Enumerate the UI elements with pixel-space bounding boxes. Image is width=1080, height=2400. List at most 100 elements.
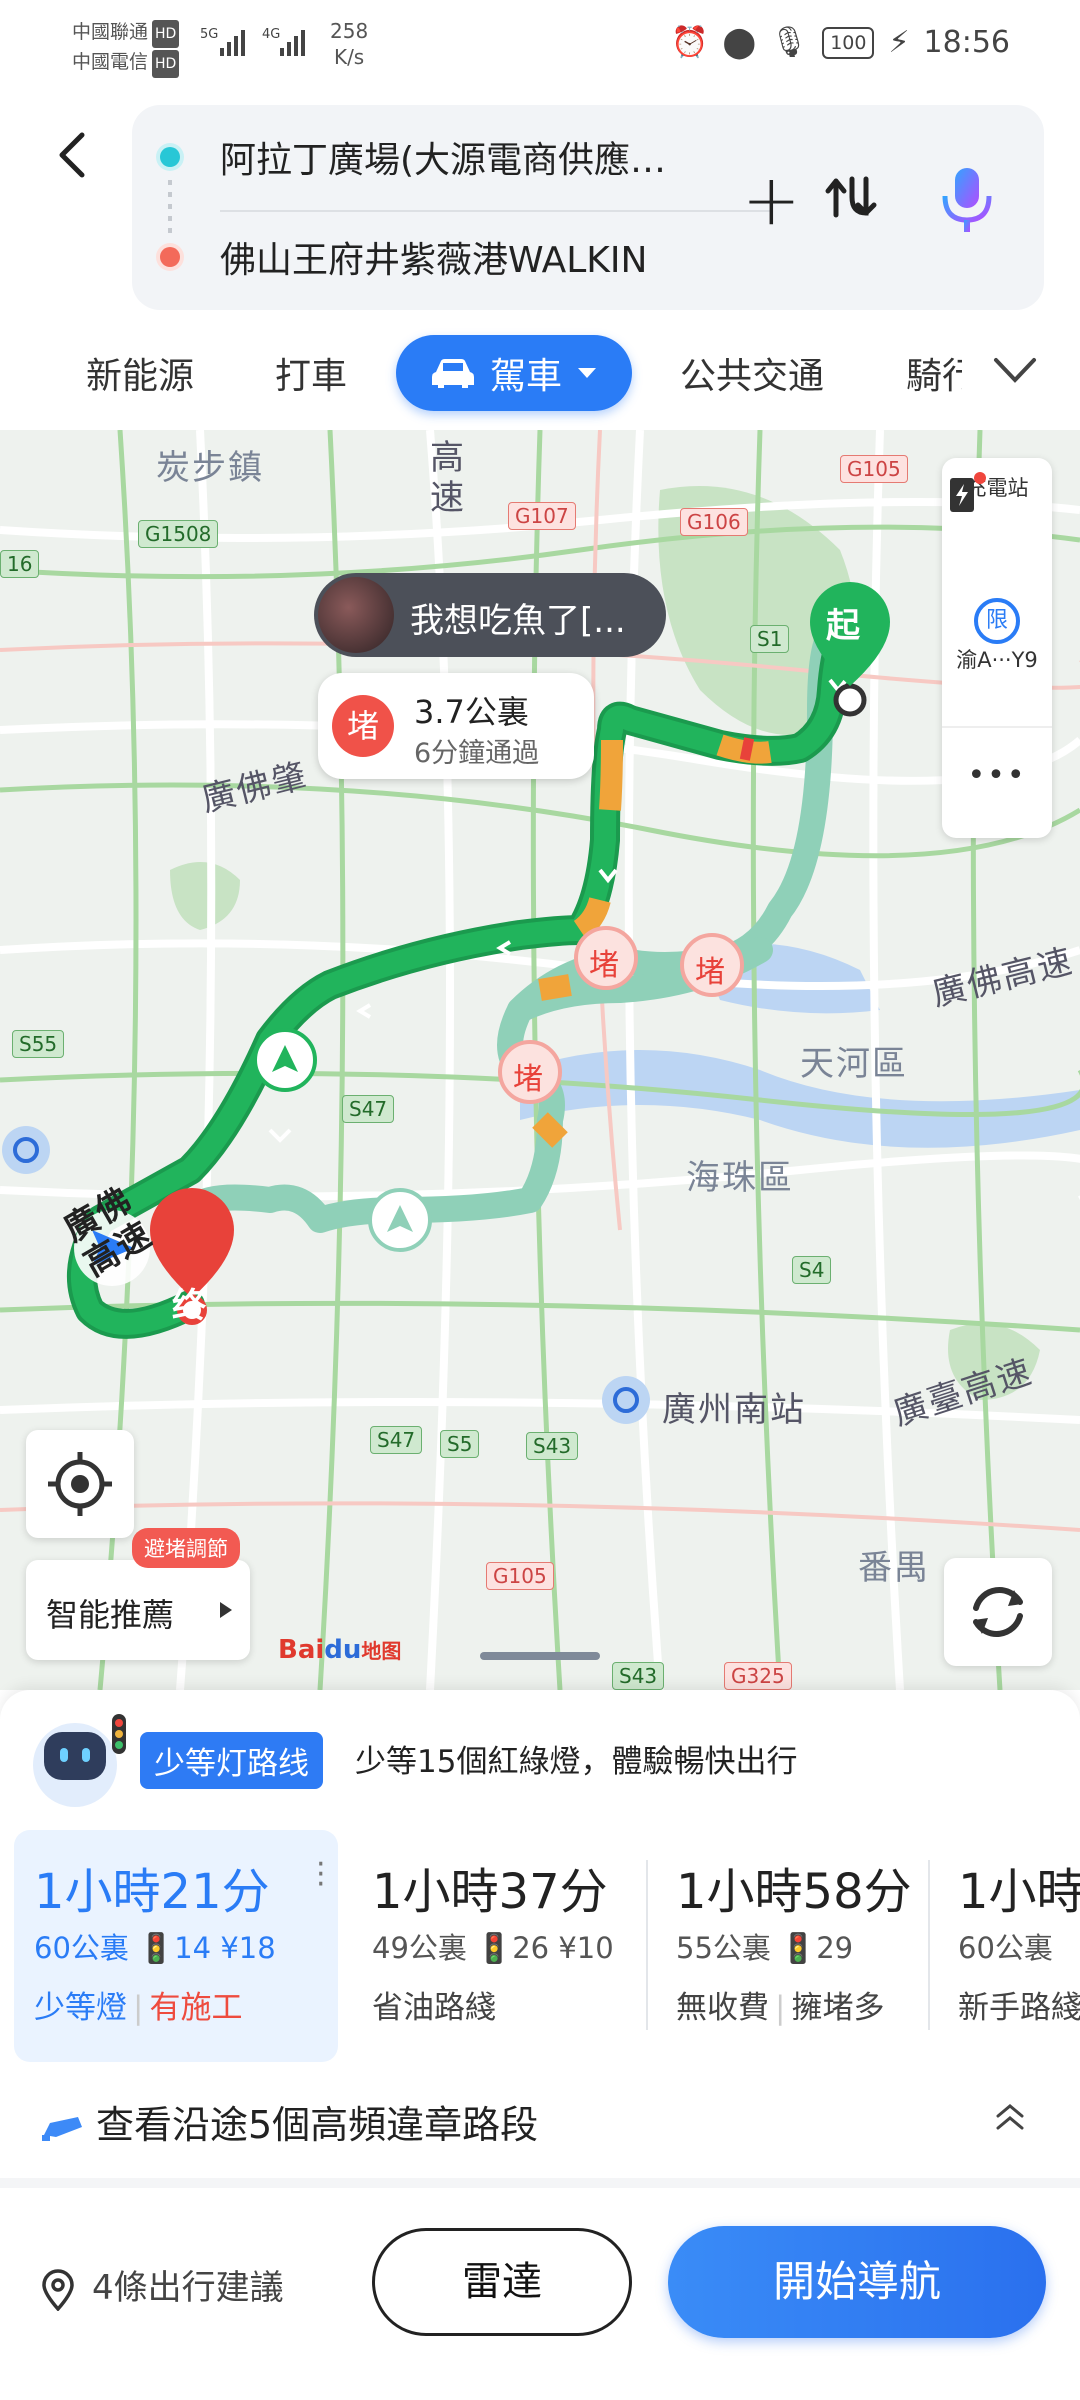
route-divider <box>928 1860 930 2030</box>
violation-segments-link[interactable]: 查看沿途5個高頻違章路段 <box>40 2094 538 2149</box>
more-options-button[interactable]: ••• <box>942 758 1052 793</box>
trip-suggestions-link[interactable]: 4條出行建議 <box>40 2260 284 2311</box>
hd-badge: HD <box>152 50 180 78</box>
route-option-2[interactable]: 1小時37分 49公裏 🚦26 ¥10 省油路綫 <box>352 1830 642 2062</box>
alt-slow-segment <box>538 974 572 1001</box>
rocket-marker-alt <box>368 1188 432 1252</box>
end-marker-label: 终 <box>172 1286 206 1326</box>
route-tags: 少等燈 | 有施工 <box>34 1990 243 2026</box>
location-icon: ⬤ <box>722 25 757 60</box>
route-meta: 55公裏 🚦29 <box>676 1931 854 1965</box>
svg-text:4G: 4G <box>262 27 280 42</box>
play-triangle-icon <box>220 1602 232 1618</box>
charging-station-button[interactable]: 充電站 <box>942 472 1052 512</box>
carrier-info: 中國聯通 HD 中國電信 HD <box>72 18 180 78</box>
road-badge-s1: S1 <box>750 625 790 653</box>
clock: 18:56 <box>923 25 1010 60</box>
route-tags: 新手路綫 <box>958 1990 1080 2026</box>
avoid-jam-tag: 避堵調節 <box>132 1528 240 1568</box>
road-badge-g107: G107 <box>508 502 576 530</box>
end-location-field[interactable]: 佛山王府井紫薇港WALKIN <box>220 231 647 283</box>
smart-recommend-button[interactable]: 避堵調節 智能推薦 <box>26 1528 250 1660</box>
route-connector <box>168 180 172 235</box>
route-option-3[interactable]: 1小時58分 55公裏 🚦29 無收費 | 擁堵多 <box>656 1830 926 2062</box>
road-badge-16: 16 <box>0 550 40 578</box>
chevron-down-icon <box>578 368 596 378</box>
route-duration: 1小時37分 <box>372 1864 608 1920</box>
panel-divider <box>942 726 1052 728</box>
tab-drive[interactable]: 駕車 <box>396 335 632 411</box>
tab-public-transit[interactable]: 公共交通 <box>680 347 824 399</box>
start-navigation-button[interactable]: 開始導航 <box>668 2226 1046 2338</box>
few-lights-description: 少等15個紅綠燈，體驗暢快出行 <box>355 1744 798 1780</box>
collapse-chevron-icon[interactable] <box>990 2098 1030 2138</box>
restriction-button[interactable]: 限 渝A···Y9 <box>942 598 1052 674</box>
park-area-2 <box>170 862 240 930</box>
road-badge-g1508: G1508 <box>138 520 219 548</box>
refresh-route-button[interactable] <box>944 1558 1052 1666</box>
tab-cycling[interactable]: 騎行 <box>906 347 962 399</box>
road-badge-g106: G106 <box>680 508 748 536</box>
jam-info-card[interactable]: 堵 3.7公裏 6分鐘通過 <box>318 673 594 779</box>
radar-button[interactable]: 雷達 <box>372 2228 632 2336</box>
robot-icon <box>33 1714 126 1807</box>
tab-taxi[interactable]: 打車 <box>275 347 347 399</box>
road-badge-s43-bottom: S43 <box>612 1662 665 1690</box>
start-marker-label: 起 <box>826 606 860 646</box>
traffic-light-icon: 🚦 <box>138 1931 175 1965</box>
jam-distance: 3.7公裏 <box>414 693 529 731</box>
road-badge-g325: G325 <box>724 1662 792 1690</box>
back-button[interactable] <box>52 130 92 180</box>
route-meta: 60公裏 🚦14 ¥18 <box>34 1931 276 1965</box>
road-badge-s47-a: S47 <box>342 1095 395 1123</box>
road-badge-g105-top: G105 <box>840 455 908 483</box>
route-meta: 60公裏 <box>958 1931 1053 1965</box>
carrier-1: 中國聯通 <box>72 21 149 43</box>
route-map[interactable]: 起 终 堵 堵 堵 炭步鎮 高速 廣佛肇 廣佛高速 天河區 海珠區 廣州南站 廣… <box>0 430 1080 1690</box>
start-location-field[interactable]: 阿拉丁廣場(大源電商供應… <box>220 131 666 183</box>
road-badge-s4: S4 <box>792 1256 832 1284</box>
user-status-bubble[interactable]: 我想吃魚了[... <box>314 573 666 657</box>
tab-drive-label: 駕車 <box>489 356 562 397</box>
hd-badge: HD <box>152 20 180 48</box>
swap-icon[interactable] <box>822 167 882 227</box>
road-badge-s5: S5 <box>440 1430 480 1458</box>
route-menu-icon[interactable]: · · · <box>316 1850 326 1900</box>
place-haizhu: 海珠區 <box>686 1158 794 1198</box>
locate-crosshair-icon <box>48 1452 112 1516</box>
route-options-sheet: 少等灯路线 少等15個紅綠燈，體驗暢快出行 1小時21分 · · · 60公裏 🚦1… <box>0 1690 1080 2400</box>
field-divider <box>220 210 770 212</box>
alt-slow-segment-2 <box>532 1112 568 1148</box>
route-option-4[interactable]: 1小時 60公裏 新手路綫 <box>938 1830 1080 2062</box>
status-bar: 中國聯通 HD 中國電信 HD 5G 4G 258 K/s ⏰ ⬤ 🎙 100 ⚡ … <box>0 0 1080 90</box>
few-lights-banner[interactable]: 少等灯路线 少等15個紅綠燈，體驗暢快出行 <box>30 1714 1050 1807</box>
sheet-drag-handle[interactable] <box>480 1652 600 1660</box>
charging-icon: ⚡ <box>888 25 910 60</box>
locate-button[interactable] <box>26 1430 134 1538</box>
voice-input-icon[interactable] <box>937 160 997 240</box>
carrier-2: 中國電信 <box>72 51 149 73</box>
few-lights-tag: 少等灯路线 <box>140 1732 323 1789</box>
road-badge-s55: S55 <box>12 1030 65 1058</box>
jam-segment <box>739 737 755 761</box>
add-waypoint-button[interactable]: + <box>742 165 801 235</box>
start-point-dot <box>160 147 180 167</box>
slow-segment <box>599 739 623 811</box>
route-divider <box>646 1860 648 2030</box>
baidu-logo: Baidu地图 <box>278 1635 402 1665</box>
route-option-1[interactable]: 1小時21分 · · · 60公裏 🚦14 ¥18 少等燈 | 有施工 <box>14 1830 338 2062</box>
traffic-light-icon: 🚦 <box>780 1931 817 1965</box>
rocket-marker <box>253 1028 317 1092</box>
jam-marker-label-1: 堵 <box>589 948 619 983</box>
expand-tabs-chevron-icon[interactable] <box>990 350 1040 390</box>
jam-marker-label-3: 堵 <box>513 1062 543 1097</box>
route-options: 1小時21分 · · · 60公裏 🚦14 ¥18 少等燈 | 有施工 1小時37分 4… <box>0 1830 1080 2062</box>
traffic-light-icon: 🚦 <box>476 1931 513 1965</box>
alarm-icon: ⏰ <box>671 25 709 60</box>
route-duration: 1小時21分 <box>34 1864 270 1920</box>
car-icon <box>431 359 474 388</box>
location-pin-icon <box>42 2268 74 2311</box>
tab-new-energy[interactable]: 新能源 <box>86 347 194 399</box>
map-tools-panel: 充電站 限 渝A···Y9 ••• <box>942 458 1052 838</box>
place-guangzhou-south: 廣州南站 <box>662 1390 806 1430</box>
